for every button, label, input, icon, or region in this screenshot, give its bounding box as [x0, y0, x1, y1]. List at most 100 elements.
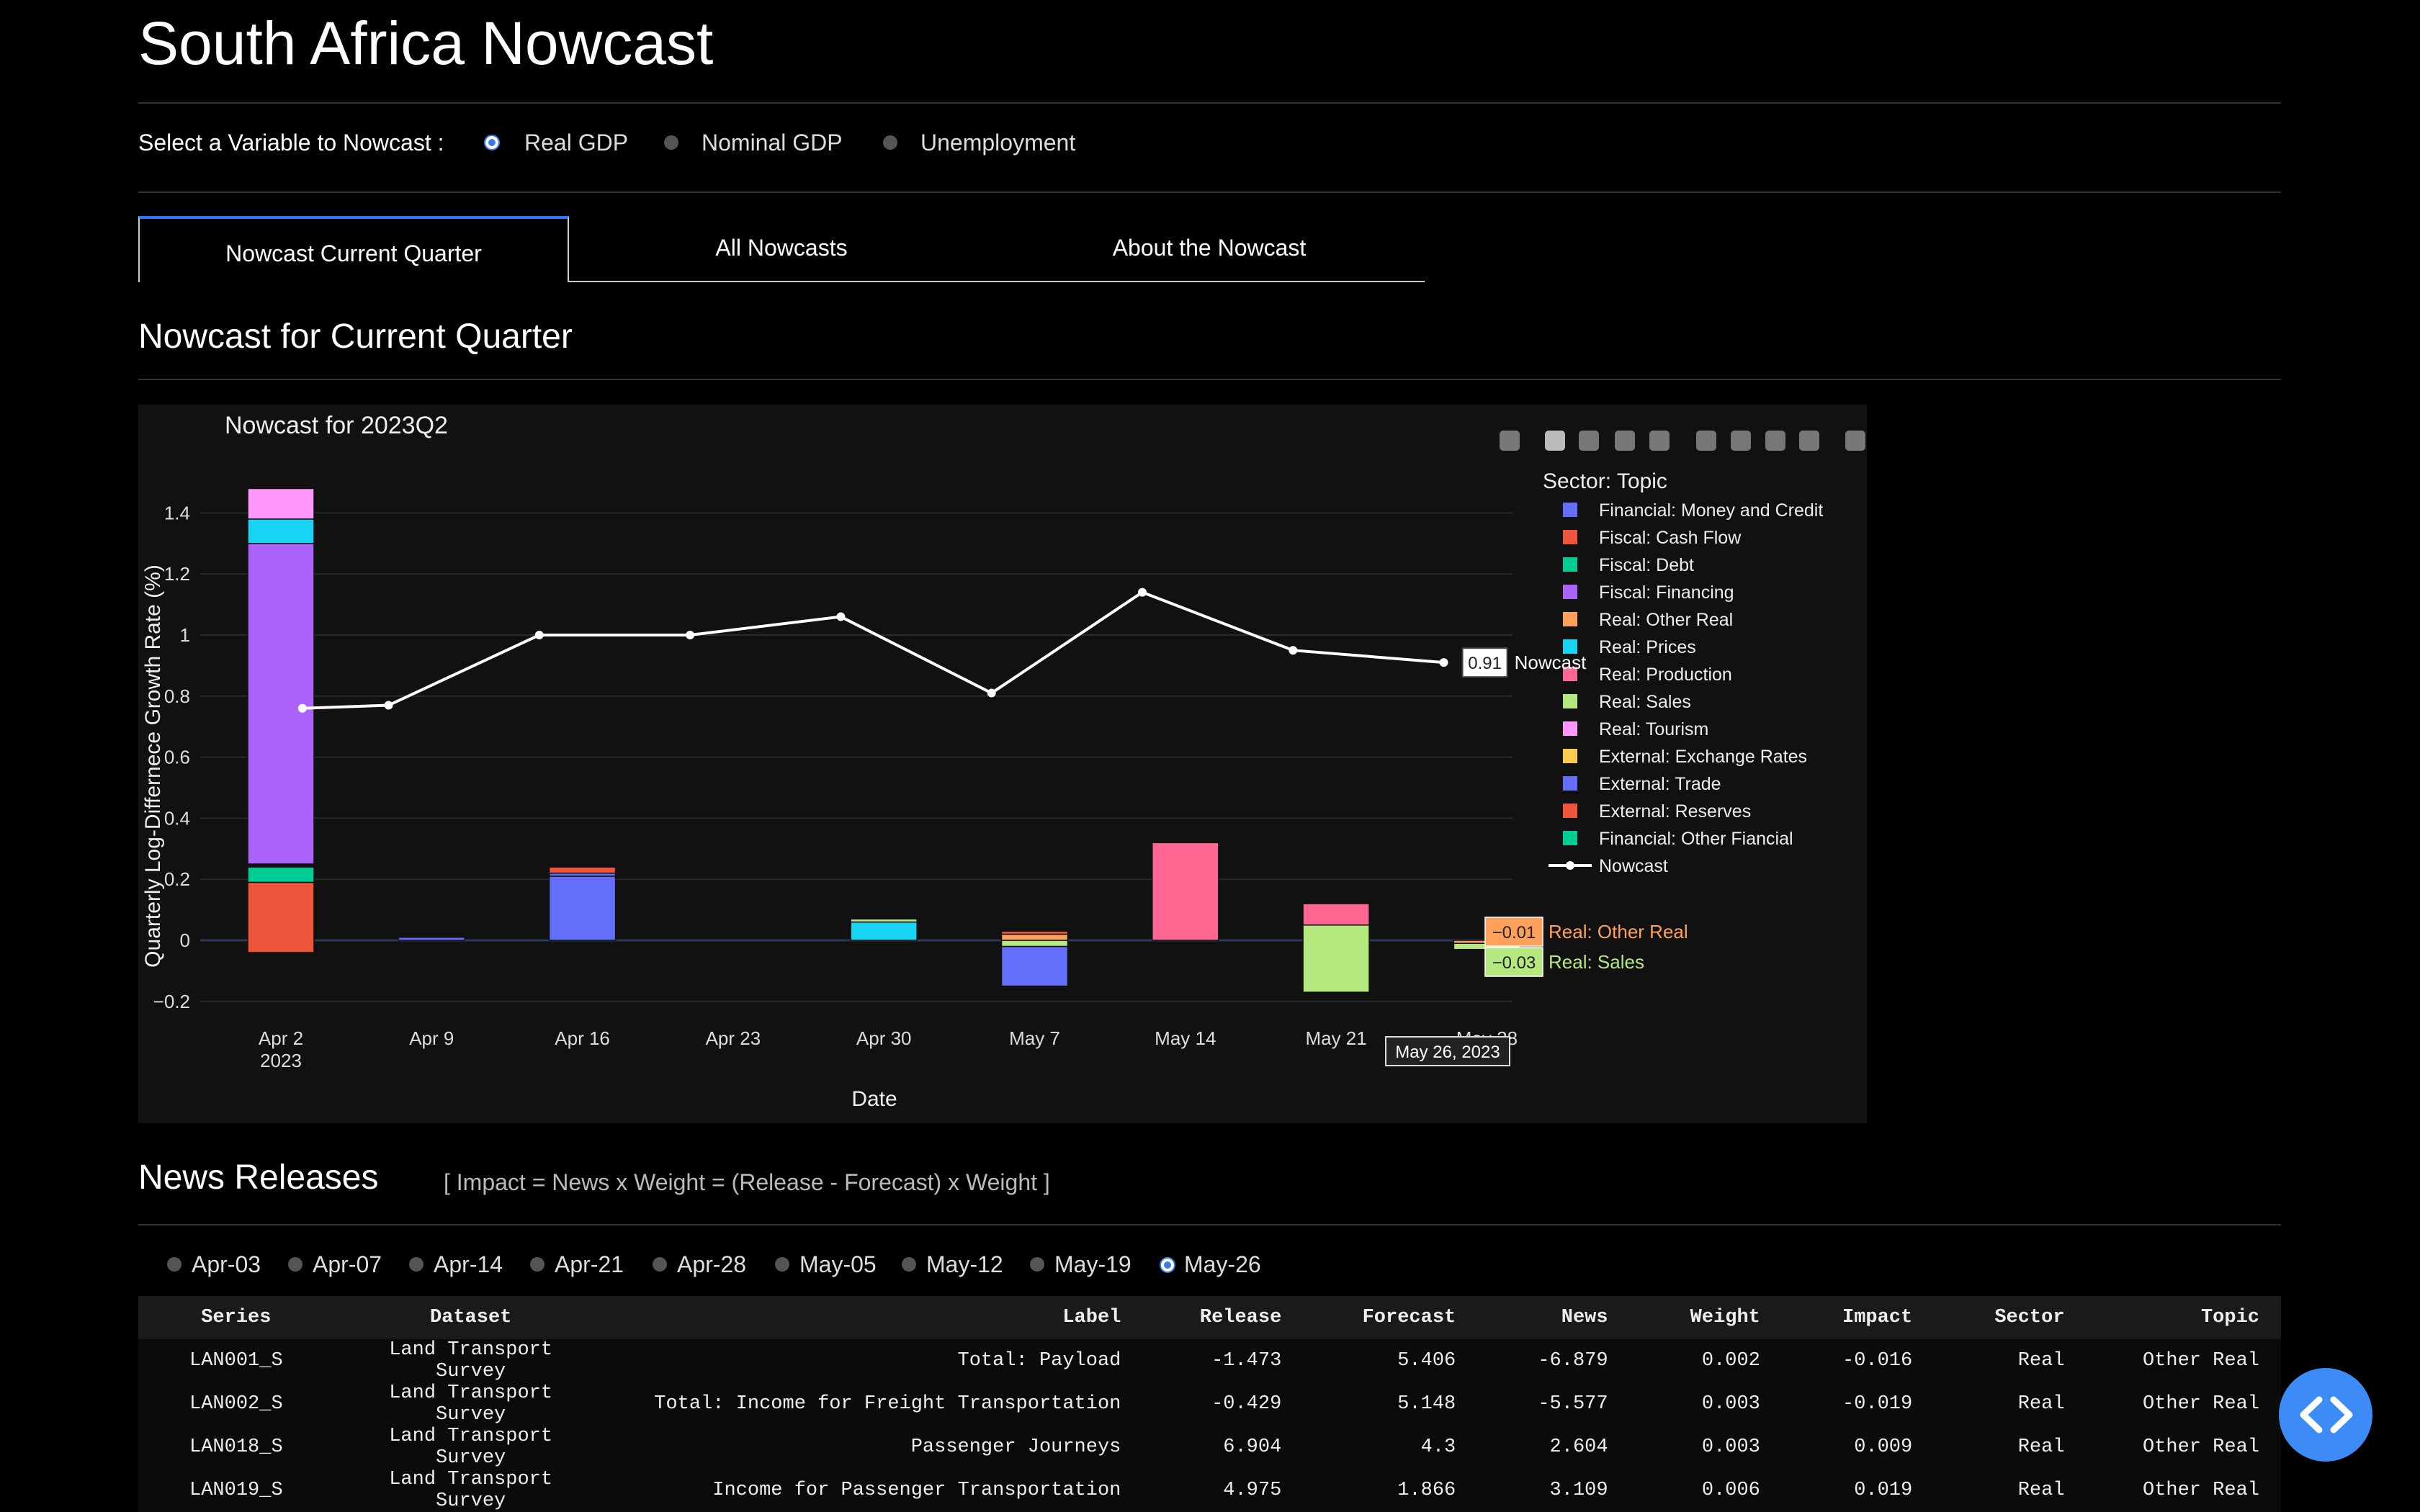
radio-unselected-icon[interactable] — [775, 1257, 789, 1272]
legend-swatch[interactable] — [1563, 530, 1577, 544]
y-axis-title: Quarterly Log-Differnece Growth Rate (%) — [141, 564, 165, 968]
radio-unselected-icon[interactable] — [902, 1257, 916, 1272]
legend-swatch[interactable] — [1563, 503, 1577, 517]
nowcast-point[interactable] — [1138, 588, 1147, 597]
table-cell: 5.406 — [1397, 1350, 1456, 1372]
column-header[interactable]: Dataset — [333, 1296, 608, 1339]
tab-all-nowcasts[interactable]: All Nowcasts — [568, 215, 995, 281]
selector-divider — [138, 192, 2281, 193]
news-table: Series Dataset Label Release Forecast News Wei… — [138, 1296, 2281, 1512]
column-header[interactable]: Series — [138, 1296, 334, 1339]
zoom-in-icon[interactable] — [1696, 431, 1716, 451]
chart-bar-segment[interactable] — [247, 866, 315, 883]
column-header[interactable]: Sector — [1934, 1296, 2087, 1339]
legend-swatch[interactable] — [1563, 585, 1577, 599]
legend-swatch[interactable] — [1563, 804, 1577, 818]
column-header[interactable]: Weight — [1629, 1296, 1782, 1339]
nowcast-point[interactable] — [836, 612, 846, 621]
date-option-label: Apr-14 — [434, 1251, 503, 1277]
chart-bar-segment[interactable] — [398, 937, 466, 941]
tab-nowcast-current-quarter[interactable]: Nowcast Current Quarter — [138, 216, 569, 282]
code-toggle-button[interactable] — [2279, 1368, 2372, 1462]
chart-bar-segment[interactable] — [1302, 903, 1370, 926]
lasso-icon[interactable] — [1649, 431, 1670, 451]
legend-item-label: Fiscal: Cash Flow — [1599, 528, 1742, 548]
chart-bar-segment[interactable] — [247, 518, 315, 544]
chart-bar-segment[interactable] — [1000, 945, 1069, 987]
y-tick-label: 1.2 — [164, 563, 190, 585]
table-cell: LAN002_S — [189, 1393, 283, 1415]
pan-icon[interactable] — [1579, 431, 1599, 451]
camera-icon[interactable] — [1500, 431, 1520, 451]
radio-unselected-icon[interactable] — [664, 135, 678, 150]
nowcast-point[interactable] — [1439, 658, 1448, 667]
radio-selected-icon[interactable] — [484, 135, 500, 150]
legend-swatch[interactable] — [1563, 749, 1577, 763]
nowcast-chart[interactable]: −0.2 0 0.2 0.4 0.6 0.8 1 1.2 1.4 Apr 2 Apr 9 Apr 16… — [138, 405, 1867, 1123]
table-cell: LAN001_S — [189, 1350, 283, 1372]
chart-bar-segment[interactable] — [850, 918, 918, 923]
legend-swatch[interactable] — [1563, 721, 1577, 736]
radio-unselected-icon[interactable] — [530, 1257, 544, 1272]
chart-bar-segment[interactable] — [1152, 842, 1219, 941]
column-header[interactable]: Forecast — [1303, 1296, 1478, 1339]
legend-swatch[interactable] — [1563, 831, 1577, 845]
chart-bar-segment[interactable] — [1000, 940, 1069, 948]
page-title: South Africa Nowcast — [138, 9, 714, 77]
legend-item-label: Real: Other Real — [1599, 610, 1733, 630]
table-cell: 1.866 — [1397, 1480, 1456, 1501]
legend-item-label: Real: Sales — [1599, 692, 1691, 712]
date-option-label: May-12 — [926, 1251, 1003, 1277]
radio-unselected-icon[interactable] — [883, 135, 897, 150]
zoom-out-icon[interactable] — [1731, 431, 1751, 451]
radio-unselected-icon[interactable] — [409, 1257, 424, 1272]
legend-item-label: Fiscal: Debt — [1599, 555, 1694, 575]
nowcast-point[interactable] — [987, 688, 996, 698]
column-header[interactable]: Release — [1142, 1296, 1304, 1339]
date-option-label: May-19 — [1054, 1251, 1131, 1277]
chart-bar-segment[interactable] — [1000, 930, 1069, 935]
legend-swatch[interactable] — [1563, 694, 1577, 708]
radio-unselected-icon[interactable] — [653, 1257, 667, 1272]
radio-unselected-icon[interactable] — [1030, 1257, 1044, 1272]
nowcast-point[interactable] — [534, 631, 544, 639]
legend-nowcast-marker — [1566, 861, 1574, 870]
table-cell: Other Real — [2142, 1393, 2259, 1415]
chart-bar-segment[interactable] — [548, 866, 617, 874]
column-header[interactable]: Impact — [1781, 1296, 1935, 1339]
y-tick-label: 0 — [180, 930, 190, 951]
radio-selected-icon[interactable] — [1160, 1257, 1175, 1273]
nowcast-point[interactable] — [1289, 646, 1298, 655]
chart-bar-segment[interactable] — [850, 921, 918, 941]
plotly-logo-icon[interactable] — [1845, 431, 1865, 451]
nowcast-point[interactable] — [384, 701, 393, 710]
variable-label: Select a Variable to Nowcast : — [138, 130, 444, 156]
section-title: Nowcast for Current Quarter — [138, 318, 573, 356]
legend-swatch[interactable] — [1563, 776, 1577, 791]
legend-swatch[interactable] — [1563, 557, 1577, 572]
chart-bar-segment[interactable] — [247, 543, 315, 865]
chart-bar-segment[interactable] — [247, 881, 315, 953]
box-select-icon[interactable] — [1615, 431, 1635, 451]
nowcast-point[interactable] — [686, 631, 695, 639]
tab-about-the-nowcast[interactable]: About the Nowcast — [995, 215, 1423, 281]
y-tick-label: 1.4 — [164, 502, 190, 523]
chart-bar-segment[interactable] — [1000, 933, 1069, 941]
column-header[interactable]: Label — [607, 1296, 1143, 1339]
reset-axes-icon[interactable] — [1799, 431, 1819, 451]
legend-title: Sector: Topic — [1543, 469, 1667, 493]
chart-bar-segment[interactable] — [548, 876, 617, 941]
chart-bar-segment[interactable] — [1302, 924, 1370, 993]
nowcast-point[interactable] — [297, 703, 307, 713]
column-header[interactable]: Topic — [2086, 1296, 2281, 1339]
chart-bar-segment[interactable] — [247, 487, 315, 520]
radio-unselected-icon[interactable] — [167, 1257, 182, 1272]
column-header[interactable]: News — [1477, 1296, 1630, 1339]
radio-unselected-icon[interactable] — [288, 1257, 302, 1272]
table-cell: Passenger Journeys — [910, 1436, 1121, 1458]
nowcast-line — [302, 590, 1444, 710]
autoscale-icon[interactable] — [1765, 431, 1785, 451]
zoom-icon[interactable] — [1545, 431, 1565, 451]
table-cell: 0.002 — [1701, 1350, 1760, 1372]
legend-swatch[interactable] — [1563, 612, 1577, 626]
